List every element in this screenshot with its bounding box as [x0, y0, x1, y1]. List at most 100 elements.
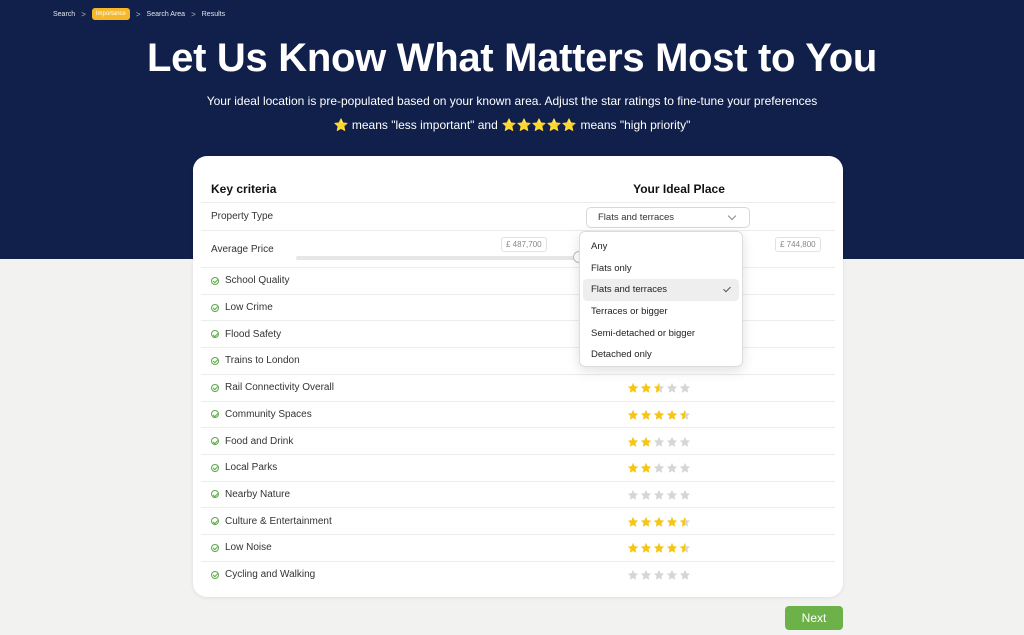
criteria-card: Key criteria Your Ideal Place Property T…: [193, 156, 843, 597]
star-icon[interactable]: [679, 436, 691, 448]
dropdown-option-label: Detached only: [591, 349, 652, 361]
criteria-label: Flood Safety: [211, 329, 281, 340]
check-circle-icon: [211, 410, 219, 419]
check-circle-icon: [211, 543, 219, 552]
next-button[interactable]: Next: [785, 606, 843, 630]
dropdown-option-label: Flats only: [591, 262, 632, 274]
star-icon[interactable]: [679, 382, 691, 394]
criteria-label-text: Food and Drink: [225, 435, 294, 447]
star-icon[interactable]: [640, 489, 652, 501]
table-header: Key criteria Your Ideal Place: [211, 182, 835, 196]
star-icon[interactable]: [666, 462, 678, 474]
breadcrumb: Search > Importance > Search Area > Resu…: [53, 7, 225, 21]
star-icon[interactable]: [640, 516, 652, 528]
criteria-label-text: Flood Safety: [225, 328, 282, 340]
check-circle-icon: [211, 463, 219, 472]
star-icon[interactable]: [666, 516, 678, 528]
breadcrumb-separator: >: [135, 9, 141, 19]
breadcrumb-importance[interactable]: Importance: [91, 8, 130, 20]
star-icon[interactable]: [653, 489, 665, 501]
star-icon[interactable]: [627, 382, 639, 394]
star-icon[interactable]: [627, 462, 639, 474]
price-min-box[interactable]: £ 487,700: [501, 237, 547, 252]
dropdown-option[interactable]: Detached only: [583, 344, 739, 366]
average-price-label: Average Price: [211, 243, 274, 255]
star-icon[interactable]: [627, 569, 639, 581]
star-rating[interactable]: [627, 409, 691, 421]
checkmark-icon: [723, 284, 731, 293]
star-icon[interactable]: [666, 382, 678, 394]
star-icon[interactable]: [666, 489, 678, 501]
star-rating[interactable]: [627, 542, 691, 554]
breadcrumb-search-area[interactable]: Search Area: [147, 11, 186, 18]
star-rating[interactable]: [627, 462, 691, 474]
criteria-row: Culture & Entertainment: [201, 507, 835, 534]
star-rating[interactable]: [627, 436, 691, 448]
criteria-label: Low Crime: [211, 302, 273, 313]
breadcrumb-separator: >: [191, 9, 196, 19]
criteria-row: Food and Drink: [201, 427, 835, 454]
star-icon[interactable]: [627, 489, 639, 501]
property-type-label: Property Type: [211, 211, 274, 222]
star-icon[interactable]: [653, 542, 665, 554]
dropdown-option[interactable]: Semi-detached or bigger: [583, 322, 739, 344]
dropdown-option-label: Flats and terraces: [591, 284, 668, 296]
star-icon[interactable]: [653, 382, 665, 394]
star-icon[interactable]: [640, 462, 652, 474]
dropdown-option-label: Terraces or bigger: [591, 306, 668, 318]
criteria-label-text: Low Crime: [225, 302, 273, 314]
criteria-row: Community Spaces: [201, 400, 835, 428]
dropdown-option-label: Any: [591, 241, 608, 253]
star-icon[interactable]: [640, 436, 652, 448]
star-icon[interactable]: [627, 542, 639, 554]
star-icon[interactable]: [653, 409, 665, 421]
legend-suffix: means "high priority": [580, 118, 691, 132]
star-icon[interactable]: [653, 462, 665, 474]
star-icon[interactable]: [640, 542, 652, 554]
breadcrumb-results[interactable]: Results: [202, 11, 225, 18]
star-icon[interactable]: [640, 382, 652, 394]
criteria-row: Rail Connectivity Overall: [201, 373, 835, 401]
star-icon[interactable]: [627, 516, 639, 528]
check-circle-icon: [211, 437, 219, 446]
star-icon[interactable]: [666, 569, 678, 581]
star-icon[interactable]: [666, 409, 678, 421]
star-icon[interactable]: [627, 409, 639, 421]
criteria-label-text: Local Parks: [225, 462, 278, 474]
price-max-box[interactable]: £ 744,800: [775, 237, 821, 252]
property-type-value: Flats and terraces: [598, 212, 675, 223]
criteria-row: Low Noise: [201, 534, 835, 561]
star-rating[interactable]: [627, 516, 691, 528]
star-icon[interactable]: [640, 409, 652, 421]
star-rating[interactable]: [627, 569, 691, 581]
dropdown-option[interactable]: Flats and terraces: [583, 279, 739, 301]
star-icon[interactable]: [653, 516, 665, 528]
criteria-label: Low Noise: [211, 542, 272, 553]
star-rating[interactable]: [627, 382, 691, 394]
breadcrumb-search[interactable]: Search: [53, 11, 75, 18]
criteria-label-text: Trains to London: [225, 355, 300, 367]
star-icon[interactable]: [679, 489, 691, 501]
star-icon[interactable]: [640, 569, 652, 581]
star-icon[interactable]: [627, 436, 639, 448]
star-icon[interactable]: [679, 462, 691, 474]
star-icon[interactable]: [679, 516, 691, 528]
criteria-label: Community Spaces: [211, 409, 312, 420]
star-icon[interactable]: [666, 542, 678, 554]
criteria-label-text: Low Noise: [225, 542, 272, 554]
check-circle-icon: [211, 570, 219, 579]
dropdown-option[interactable]: Terraces or bigger: [583, 301, 739, 323]
dropdown-option[interactable]: Flats only: [583, 258, 739, 280]
star-icon[interactable]: [679, 569, 691, 581]
star-icon[interactable]: [679, 409, 691, 421]
star-icon[interactable]: [679, 542, 691, 554]
star-icon[interactable]: [653, 569, 665, 581]
star-rating[interactable]: [627, 489, 691, 501]
star-icon[interactable]: [653, 436, 665, 448]
legend-stars: ⭐⭐⭐⭐⭐: [501, 118, 577, 132]
dropdown-option[interactable]: Any: [583, 236, 739, 258]
star-icon[interactable]: [666, 436, 678, 448]
check-circle-icon: [211, 383, 219, 392]
property-type-select[interactable]: Flats and terraces: [586, 207, 750, 228]
criteria-label-text: Rail Connectivity Overall: [225, 382, 334, 394]
